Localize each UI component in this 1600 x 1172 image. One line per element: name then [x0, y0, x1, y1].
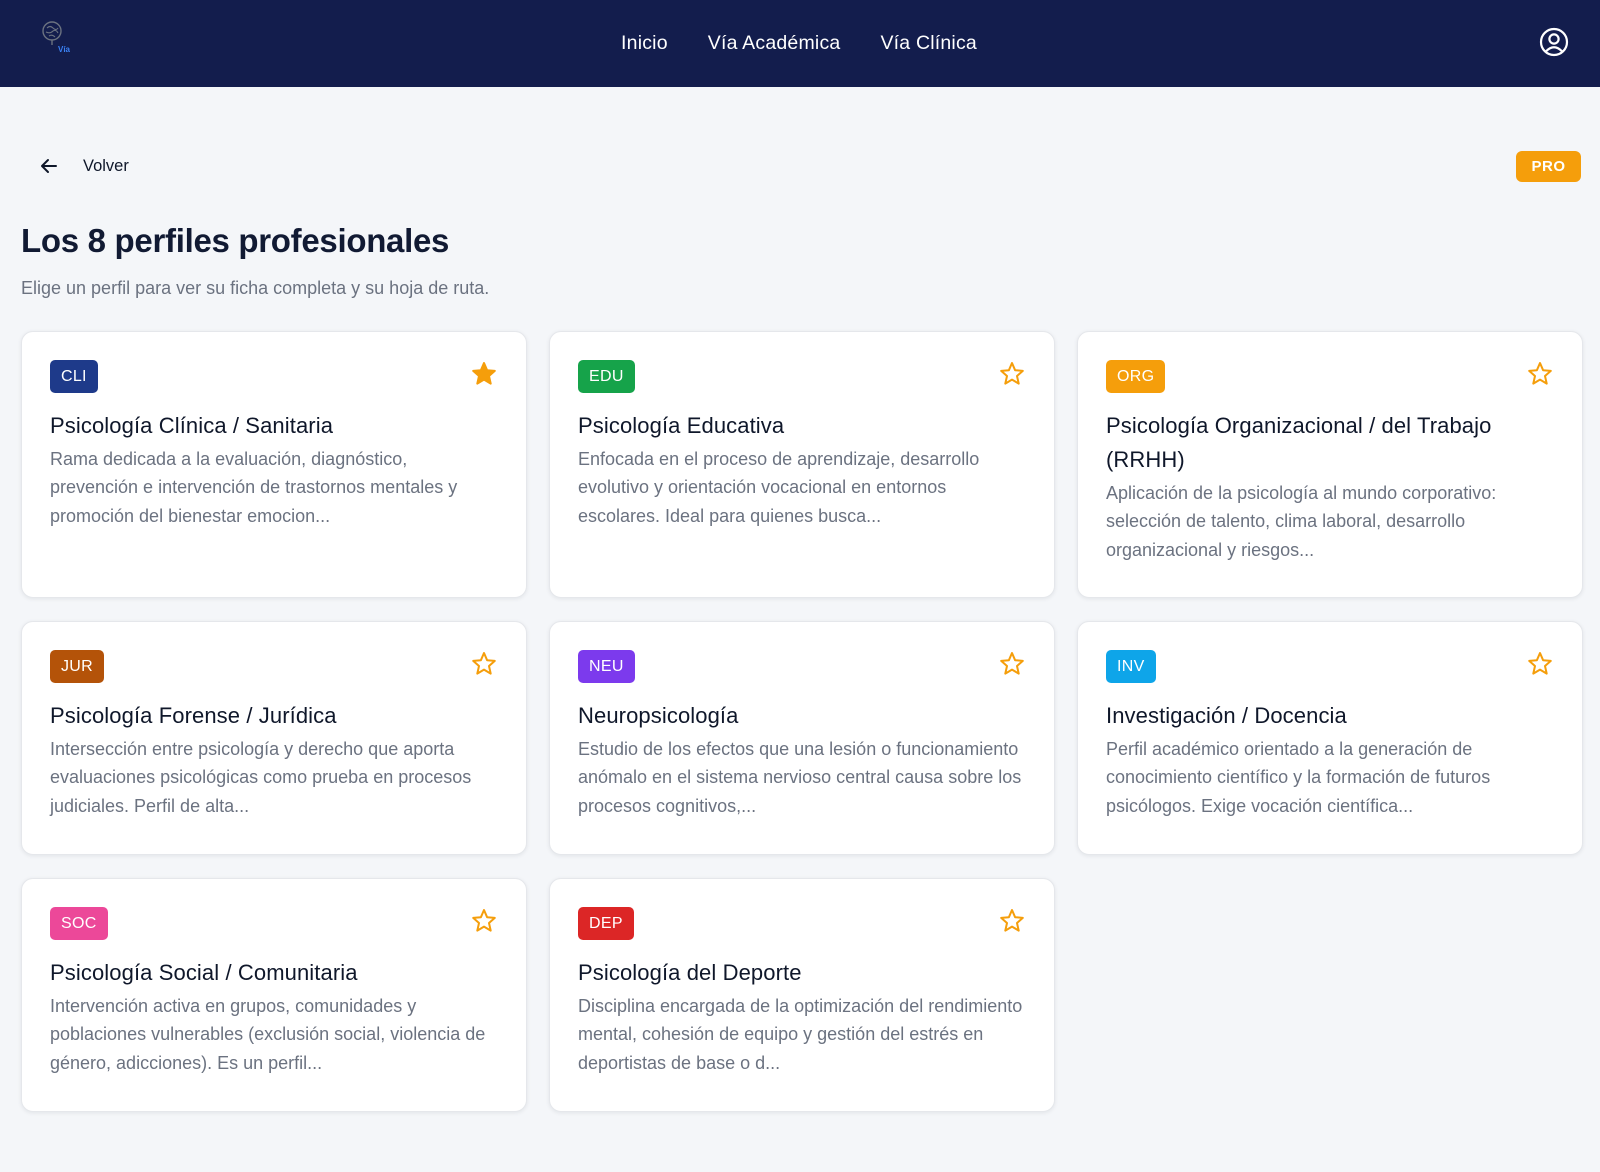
profile-description: Estudio de los efectos que una lesión o …: [578, 739, 1022, 816]
nav-link-inicio[interactable]: Inicio: [621, 32, 668, 55]
profile-card-inv[interactable]: INV Investigación / Docencia Perfil acad…: [1077, 621, 1583, 855]
profile-title: Psicología Clínica / Sanitaria: [50, 413, 334, 438]
favorite-star-icon[interactable]: [998, 650, 1026, 678]
profile-title: Neuropsicología: [578, 703, 739, 728]
favorite-star-icon[interactable]: [470, 650, 498, 678]
profile-title: Psicología Forense / Jurídica: [50, 703, 337, 728]
profile-title: Investigación / Docencia: [1106, 703, 1347, 728]
profile-card-jur[interactable]: JUR Psicología Forense / Jurídica Inters…: [21, 621, 527, 855]
profile-tag: CLI: [50, 360, 98, 393]
profile-tag: DEP: [578, 907, 634, 940]
profile-description: Disciplina encargada de la optimización …: [578, 996, 1023, 1073]
profile-description: Intersección entre psicología y derecho …: [50, 739, 472, 816]
profile-tag: JUR: [50, 650, 105, 683]
favorite-star-icon[interactable]: [998, 907, 1026, 935]
page-title: Los 8 perfiles profesionales: [21, 222, 450, 259]
favorite-star-icon[interactable]: [470, 907, 498, 935]
page-subtitle: Elige un perfil para ver su ficha comple…: [21, 278, 490, 298]
profile-description: Intervención activa en grupos, comunidad…: [50, 996, 486, 1073]
profile-card-cli[interactable]: CLI Psicología Clínica / Sanitaria Rama …: [21, 331, 527, 598]
profile-description: Enfocada en el proceso de aprendizaje, d…: [578, 449, 980, 526]
profile-title: Psicología del Deporte: [578, 960, 802, 985]
profile-card-soc[interactable]: SOC Psicología Social / Comunitaria Inte…: [21, 878, 527, 1112]
back-label: Volver: [83, 156, 129, 175]
profile-title: Psicología Educativa: [578, 413, 785, 438]
pro-badge[interactable]: PRO: [1516, 151, 1581, 182]
profile-card-edu[interactable]: EDU Psicología Educativa Enfocada en el …: [549, 331, 1055, 598]
profile-tag: NEU: [578, 650, 635, 683]
profile-description: Aplicación de la psicología al mundo cor…: [1106, 483, 1497, 560]
favorite-star-icon[interactable]: [470, 360, 498, 388]
profile-tag: INV: [1106, 650, 1156, 683]
main-nav: Inicio Vía Académica Vía Clínica: [0, 0, 1600, 87]
nav-link-via-academica[interactable]: Vía Académica: [708, 32, 841, 55]
top-navbar: Vía Inicio Vía Académica Vía Clínica: [0, 0, 1600, 87]
favorite-star-icon[interactable]: [1526, 650, 1554, 678]
profile-description: Rama dedicada a la evaluación, diagnósti…: [50, 449, 458, 526]
nav-link-via-clinica[interactable]: Vía Clínica: [880, 32, 977, 55]
favorite-star-icon[interactable]: [1526, 360, 1554, 388]
profile-title: Psicología Social / Comunitaria: [50, 960, 358, 985]
profile-description: Perfil académico orientado a la generaci…: [1106, 739, 1491, 816]
profile-tag: ORG: [1106, 360, 1166, 393]
profile-card-neu[interactable]: NEU Neuropsicología Estudio de los efect…: [549, 621, 1055, 855]
profile-card-dep[interactable]: DEP Psicología del Deporte Disciplina en…: [549, 878, 1055, 1112]
arrow-left-icon: [41, 159, 57, 173]
profile-tag: EDU: [578, 360, 635, 393]
back-button[interactable]: Volver: [38, 154, 129, 178]
profile-card-org[interactable]: ORG Psicología Organizacional / del Trab…: [1077, 331, 1583, 598]
favorite-star-icon[interactable]: [998, 360, 1026, 388]
user-account-icon[interactable]: [1539, 27, 1569, 57]
profile-title: Psicología Organizacional / del Trabajo …: [1106, 413, 1492, 472]
profile-tag: SOC: [50, 907, 108, 940]
